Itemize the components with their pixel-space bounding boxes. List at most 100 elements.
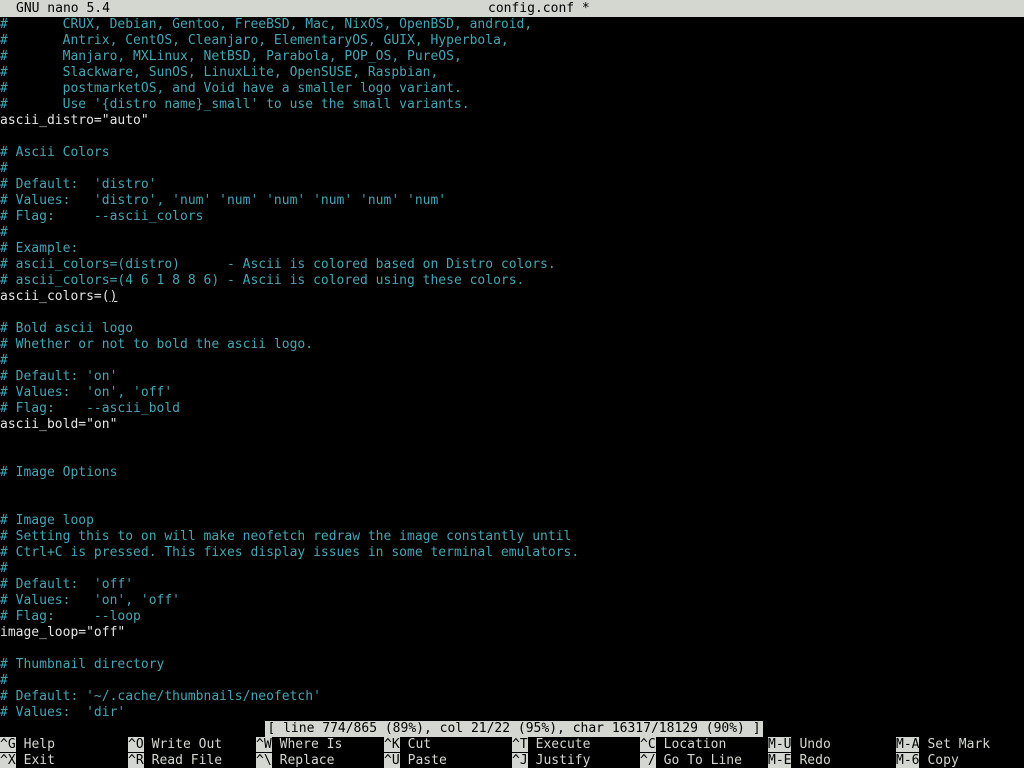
shortcut-key: ^C	[640, 737, 656, 752]
shortcut-key: M-6	[896, 753, 920, 768]
comment-line: # Values: 'distro', 'num' 'num' 'num' 'n…	[0, 193, 1024, 209]
shortcut-help[interactable]: ^G Help	[0, 737, 55, 753]
shortcut-exit[interactable]: ^X Exit	[0, 753, 55, 768]
shortcut-replace[interactable]: ^\ Replace	[256, 753, 334, 768]
comment-line: # Ctrl+C is pressed. This fixes display …	[0, 545, 1024, 561]
shortcut-key: ^X	[0, 753, 16, 768]
comment-line: # Image Options	[0, 465, 1024, 481]
comment-line: # Antrix, CentOS, Cleanjaro, ElementaryO…	[0, 33, 1024, 49]
shortcut-key: ^U	[384, 753, 400, 768]
cursor-position-status: [ line 774/865 (89%), col 21/22 (95%), c…	[265, 721, 763, 737]
shortcut-key: ^/	[640, 753, 656, 768]
line-text: # Bold ascii logo	[0, 321, 134, 336]
comment-line: # Image loop	[0, 513, 1024, 529]
shortcut-read-file[interactable]: ^R Read File	[128, 753, 222, 768]
shortcut-key: ^T	[512, 737, 528, 752]
shortcut-key: M-E	[768, 753, 792, 768]
comment-line: #	[0, 673, 1024, 689]
comment-line: # Default: 'distro'	[0, 177, 1024, 193]
comment-line: # Default: 'on'	[0, 369, 1024, 385]
shortcut-go-to-line[interactable]: ^/ Go To Line	[640, 753, 742, 768]
shortcut-execute[interactable]: ^T Execute	[512, 737, 590, 753]
code-line: image_loop="off"	[0, 625, 1024, 641]
file-title: config.conf *	[488, 1, 590, 16]
shortcut-write-out[interactable]: ^O Write Out	[128, 737, 222, 753]
shortcut-label: Undo	[799, 737, 831, 752]
line-text: # Default: '~/.cache/thumbnails/neofetch…	[0, 689, 321, 704]
line-text: # Image Options	[0, 465, 118, 480]
shortcut-label: Location	[663, 737, 727, 752]
code-line: ascii_distro="auto"	[0, 113, 1024, 129]
shortcut-row-1: ^G Help ^O Write Out ^W Where Is ^K Cut ^T Execut…	[0, 737, 1024, 753]
shortcut-redo[interactable]: M-E Redo	[768, 753, 831, 768]
nano-title-bar: GNU nano 5.4 config.conf *	[0, 0, 1024, 17]
comment-line: # Values: 'on', 'off'	[0, 593, 1024, 609]
shortcut-key: M-U	[768, 737, 792, 752]
comment-line: # Example:	[0, 241, 1024, 257]
comment-line: # postmarketOS, and Void have a smaller …	[0, 81, 1024, 97]
shortcut-row-2: ^X Exit ^R Read File ^\ Replace ^U Paste ^J Justi…	[0, 753, 1024, 768]
comment-line: #	[0, 225, 1024, 241]
comment-line: #	[0, 561, 1024, 577]
shortcut-where-is[interactable]: ^W Where Is	[256, 737, 342, 753]
comment-line: # Manjaro, MXLinux, NetBSD, Parabola, PO…	[0, 49, 1024, 65]
line-text: # ascii_colors=(distro) - Ascii is color…	[0, 257, 556, 272]
shortcut-label: Go To Line	[663, 753, 742, 768]
shortcut-label: Justify	[535, 753, 591, 768]
shortcut-location[interactable]: ^C Location	[640, 737, 726, 753]
comment-line: # Whether or not to bold the ascii logo.	[0, 337, 1024, 353]
shortcut-key: ^\	[256, 753, 272, 768]
shortcut-label: Read File	[151, 753, 223, 768]
shortcut-cut[interactable]: ^K Cut	[384, 737, 431, 753]
line-text: # Manjaro, MXLinux, NetBSD, Parabola, PO…	[0, 49, 462, 64]
line-text: # Values: 'distro', 'num' 'num' 'num' 'n…	[0, 193, 447, 208]
editor-text-area[interactable]: # CRUX, Debian, Gentoo, FreeBSD, Mac, Ni…	[0, 17, 1024, 721]
shortcut-label: Execute	[535, 737, 591, 752]
shortcut-label: Redo	[799, 753, 831, 768]
line-text: # Values: 'on', 'off'	[0, 593, 181, 608]
comment-line: # Bold ascii logo	[0, 321, 1024, 337]
comment-line: #	[0, 161, 1024, 177]
shortcut-label: Replace	[279, 753, 335, 768]
line-text: # Default: 'distro'	[0, 177, 157, 192]
line-text: #	[0, 225, 8, 240]
shortcut-paste[interactable]: ^U Paste	[384, 753, 447, 768]
shortcut-undo[interactable]: M-U Undo	[768, 737, 831, 753]
comment-line: # ascii_colors=(4 6 1 8 8 6) - Ascii is …	[0, 273, 1024, 289]
text-cursor: )	[109, 289, 118, 304]
line-text: # Ascii Colors	[0, 145, 110, 160]
code-line: ascii_bold="on"	[0, 417, 1024, 433]
line-text: # Use '{distro name}_small' to use the s…	[0, 97, 470, 112]
comment-line: # Slackware, SunOS, LinuxLite, OpenSUSE,…	[0, 65, 1024, 81]
comment-line: # Default: 'off'	[0, 577, 1024, 593]
shortcut-key: ^W	[256, 737, 272, 752]
shortcut-justify[interactable]: ^J Justify	[512, 753, 590, 768]
line-text: # Default: 'on'	[0, 369, 118, 384]
line-text: # Image loop	[0, 513, 94, 528]
comment-line: # Default: '~/.cache/thumbnails/neofetch…	[0, 689, 1024, 705]
shortcut-copy[interactable]: M-6 Copy	[896, 753, 959, 768]
shortcut-label: Cut	[407, 737, 432, 752]
line-text: # Values: 'on', 'off'	[0, 385, 173, 400]
comment-line: # Ascii Colors	[0, 145, 1024, 161]
comment-line: # Values: 'on', 'off'	[0, 385, 1024, 401]
comment-line: # Values: 'dir'	[0, 705, 1024, 721]
line-text: # Values: 'dir'	[0, 705, 126, 720]
shortcut-key: ^K	[384, 737, 400, 752]
line-text: image_loop="off"	[0, 625, 126, 640]
shortcut-key: ^G	[0, 737, 16, 752]
line-text: # Whether or not to bold the ascii logo.	[0, 337, 314, 352]
shortcut-key: ^O	[128, 737, 144, 752]
terminal-window: GNU nano 5.4 config.conf * # CRUX, Debia…	[0, 0, 1024, 768]
shortcut-label: Set Mark	[927, 737, 991, 752]
line-text: # Antrix, CentOS, Cleanjaro, ElementaryO…	[0, 33, 509, 48]
comment-line: # Use '{distro name}_small' to use the s…	[0, 97, 1024, 113]
shortcut-set-mark[interactable]: M-A Set Mark	[896, 737, 990, 753]
app-title: GNU nano 5.4	[16, 1, 110, 16]
line-text: # Ctrl+C is pressed. This fixes display …	[0, 545, 580, 560]
comment-line: # Setting this to on will make neofetch …	[0, 529, 1024, 545]
